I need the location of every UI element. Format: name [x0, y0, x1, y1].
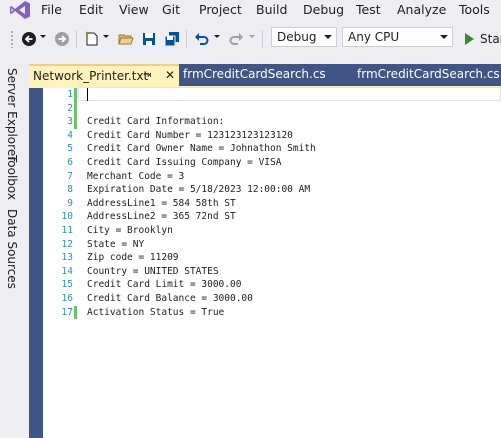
data-sources-tab[interactable]: Data Sources: [5, 209, 19, 289]
code-line[interactable]: Credit Card Owner Name = Johnathon Smith: [87, 142, 316, 156]
tab-frmcreditcardsearch-code[interactable]: frmCreditCardSearch.cs: [179, 64, 349, 86]
line-number: 4: [67, 129, 73, 141]
tab-label: Network_Printer.txt: [33, 69, 149, 83]
toolbar-grip[interactable]: [10, 30, 14, 48]
start-play-icon[interactable]: [462, 32, 476, 46]
menu-test[interactable]: Test: [356, 2, 381, 17]
solution-platform-value: Any CPU: [348, 30, 400, 44]
line-number: 11: [61, 225, 73, 236]
chevron-down-icon: [440, 35, 448, 39]
save-all-icon[interactable]: [164, 31, 180, 47]
new-item-dropdown-arrow-icon[interactable]: [103, 35, 109, 38]
open-folder-icon[interactable]: [118, 31, 134, 47]
menu-debug[interactable]: Debug: [303, 2, 344, 17]
tab-frmcreditcardsearch-designer[interactable]: frmCreditCardSearch.cs [De: [353, 64, 501, 86]
menu-edit[interactable]: Edit: [79, 2, 103, 17]
visual-studio-logo-icon: [10, 1, 30, 19]
undo-dropdown-arrow-icon[interactable]: [214, 35, 220, 38]
line-number: 16: [61, 293, 73, 304]
forward-icon[interactable]: [54, 31, 70, 47]
toolbar-separator: [186, 30, 187, 48]
new-item-icon[interactable]: [84, 31, 100, 47]
code-line[interactable]: City = Brooklyn: [87, 224, 173, 238]
code-line[interactable]: Activation Status = True: [87, 306, 224, 320]
tab-label: frmCreditCardSearch.cs [De: [357, 67, 501, 81]
code-line[interactable]: State = NY: [87, 238, 144, 252]
left-tool-strip: Server Explorer Toolbox Data Sources: [0, 64, 29, 438]
code-line[interactable]: AddressLine2 = 365 72nd ST: [87, 210, 236, 224]
change-marker: [74, 88, 77, 102]
menu-bar: File Edit View Git Project Build Debug T…: [0, 0, 501, 20]
solution-configuration-value: Debug: [277, 30, 317, 44]
text-caret: [87, 88, 88, 101]
menu-project[interactable]: Project: [199, 2, 242, 17]
undo-icon[interactable]: [194, 31, 210, 47]
back-icon[interactable]: [21, 31, 37, 47]
line-number: 6: [67, 157, 73, 168]
save-icon[interactable]: [141, 31, 157, 47]
line-number: 5: [67, 143, 73, 155]
start-button-label[interactable]: Star: [480, 32, 501, 46]
solution-platform-select[interactable]: Any CPU: [342, 27, 453, 47]
change-marker: [74, 305, 77, 320]
line-number: 15: [61, 279, 73, 291]
toolbar-separator: [262, 30, 263, 48]
code-line[interactable]: Country = UNITED STATES: [87, 265, 219, 279]
code-line[interactable]: Credit Card Number = 123123123123120: [87, 129, 293, 143]
code-line[interactable]: Credit Card Balance = 3000.00: [87, 292, 253, 306]
line-number: 3: [67, 116, 73, 128]
server-explorer-tab[interactable]: Server Explorer: [5, 68, 19, 161]
code-line[interactable]: Credit Card Information:: [87, 115, 224, 129]
line-number: 17: [61, 306, 73, 318]
code-line[interactable]: Expiration Date = 5/18/2023 12:00:00 AM: [87, 183, 310, 197]
close-icon[interactable]: ✕: [165, 68, 175, 82]
line-number: 2: [67, 102, 73, 114]
code-line[interactable]: Zip code = 11209: [87, 251, 179, 265]
line-number: 9: [67, 197, 73, 209]
menu-git[interactable]: Git: [162, 2, 180, 17]
line-number: 14: [61, 265, 73, 277]
editor-margin: [29, 88, 43, 438]
code-line[interactable]: Credit Card Limit = 3000.00: [87, 278, 241, 292]
change-marker: [74, 115, 77, 129]
line-number: 1: [67, 89, 73, 100]
tab-label: frmCreditCardSearch.cs: [183, 67, 326, 81]
tab-network-printer[interactable]: Network_Printer.txt ⇥ ✕: [29, 64, 179, 86]
line-number: 12: [61, 238, 73, 250]
line-number: 7: [67, 170, 73, 182]
solution-configuration-select[interactable]: Debug: [271, 27, 337, 47]
redo-icon[interactable]: [228, 31, 244, 47]
line-number: 13: [61, 252, 73, 264]
code-line[interactable]: AddressLine1 = 584 58th ST: [87, 197, 236, 211]
standard-toolbar: Debug Any CPU: [0, 22, 501, 56]
current-line-highlight: [78, 87, 501, 101]
line-number: 8: [67, 184, 73, 196]
chevron-down-icon: [324, 35, 332, 39]
menu-view[interactable]: View: [119, 2, 149, 17]
code-line[interactable]: Merchant Code = 3: [87, 170, 184, 184]
pin-icon[interactable]: ⇥: [143, 70, 151, 81]
back-dropdown-arrow-icon[interactable]: [40, 35, 46, 38]
menu-tools[interactable]: Tools: [459, 2, 490, 17]
code-line[interactable]: Credit Card Issuing Company = VISA: [87, 156, 281, 170]
redo-dropdown-arrow-icon[interactable]: [249, 35, 255, 38]
change-marker: [74, 101, 77, 116]
menu-file[interactable]: File: [41, 2, 62, 17]
menu-build[interactable]: Build: [256, 2, 287, 17]
toolbox-tab[interactable]: Toolbox: [5, 155, 19, 200]
menu-analyze[interactable]: Analyze: [397, 2, 446, 17]
line-number: 10: [61, 211, 73, 223]
toolbar-separator: [76, 30, 77, 48]
